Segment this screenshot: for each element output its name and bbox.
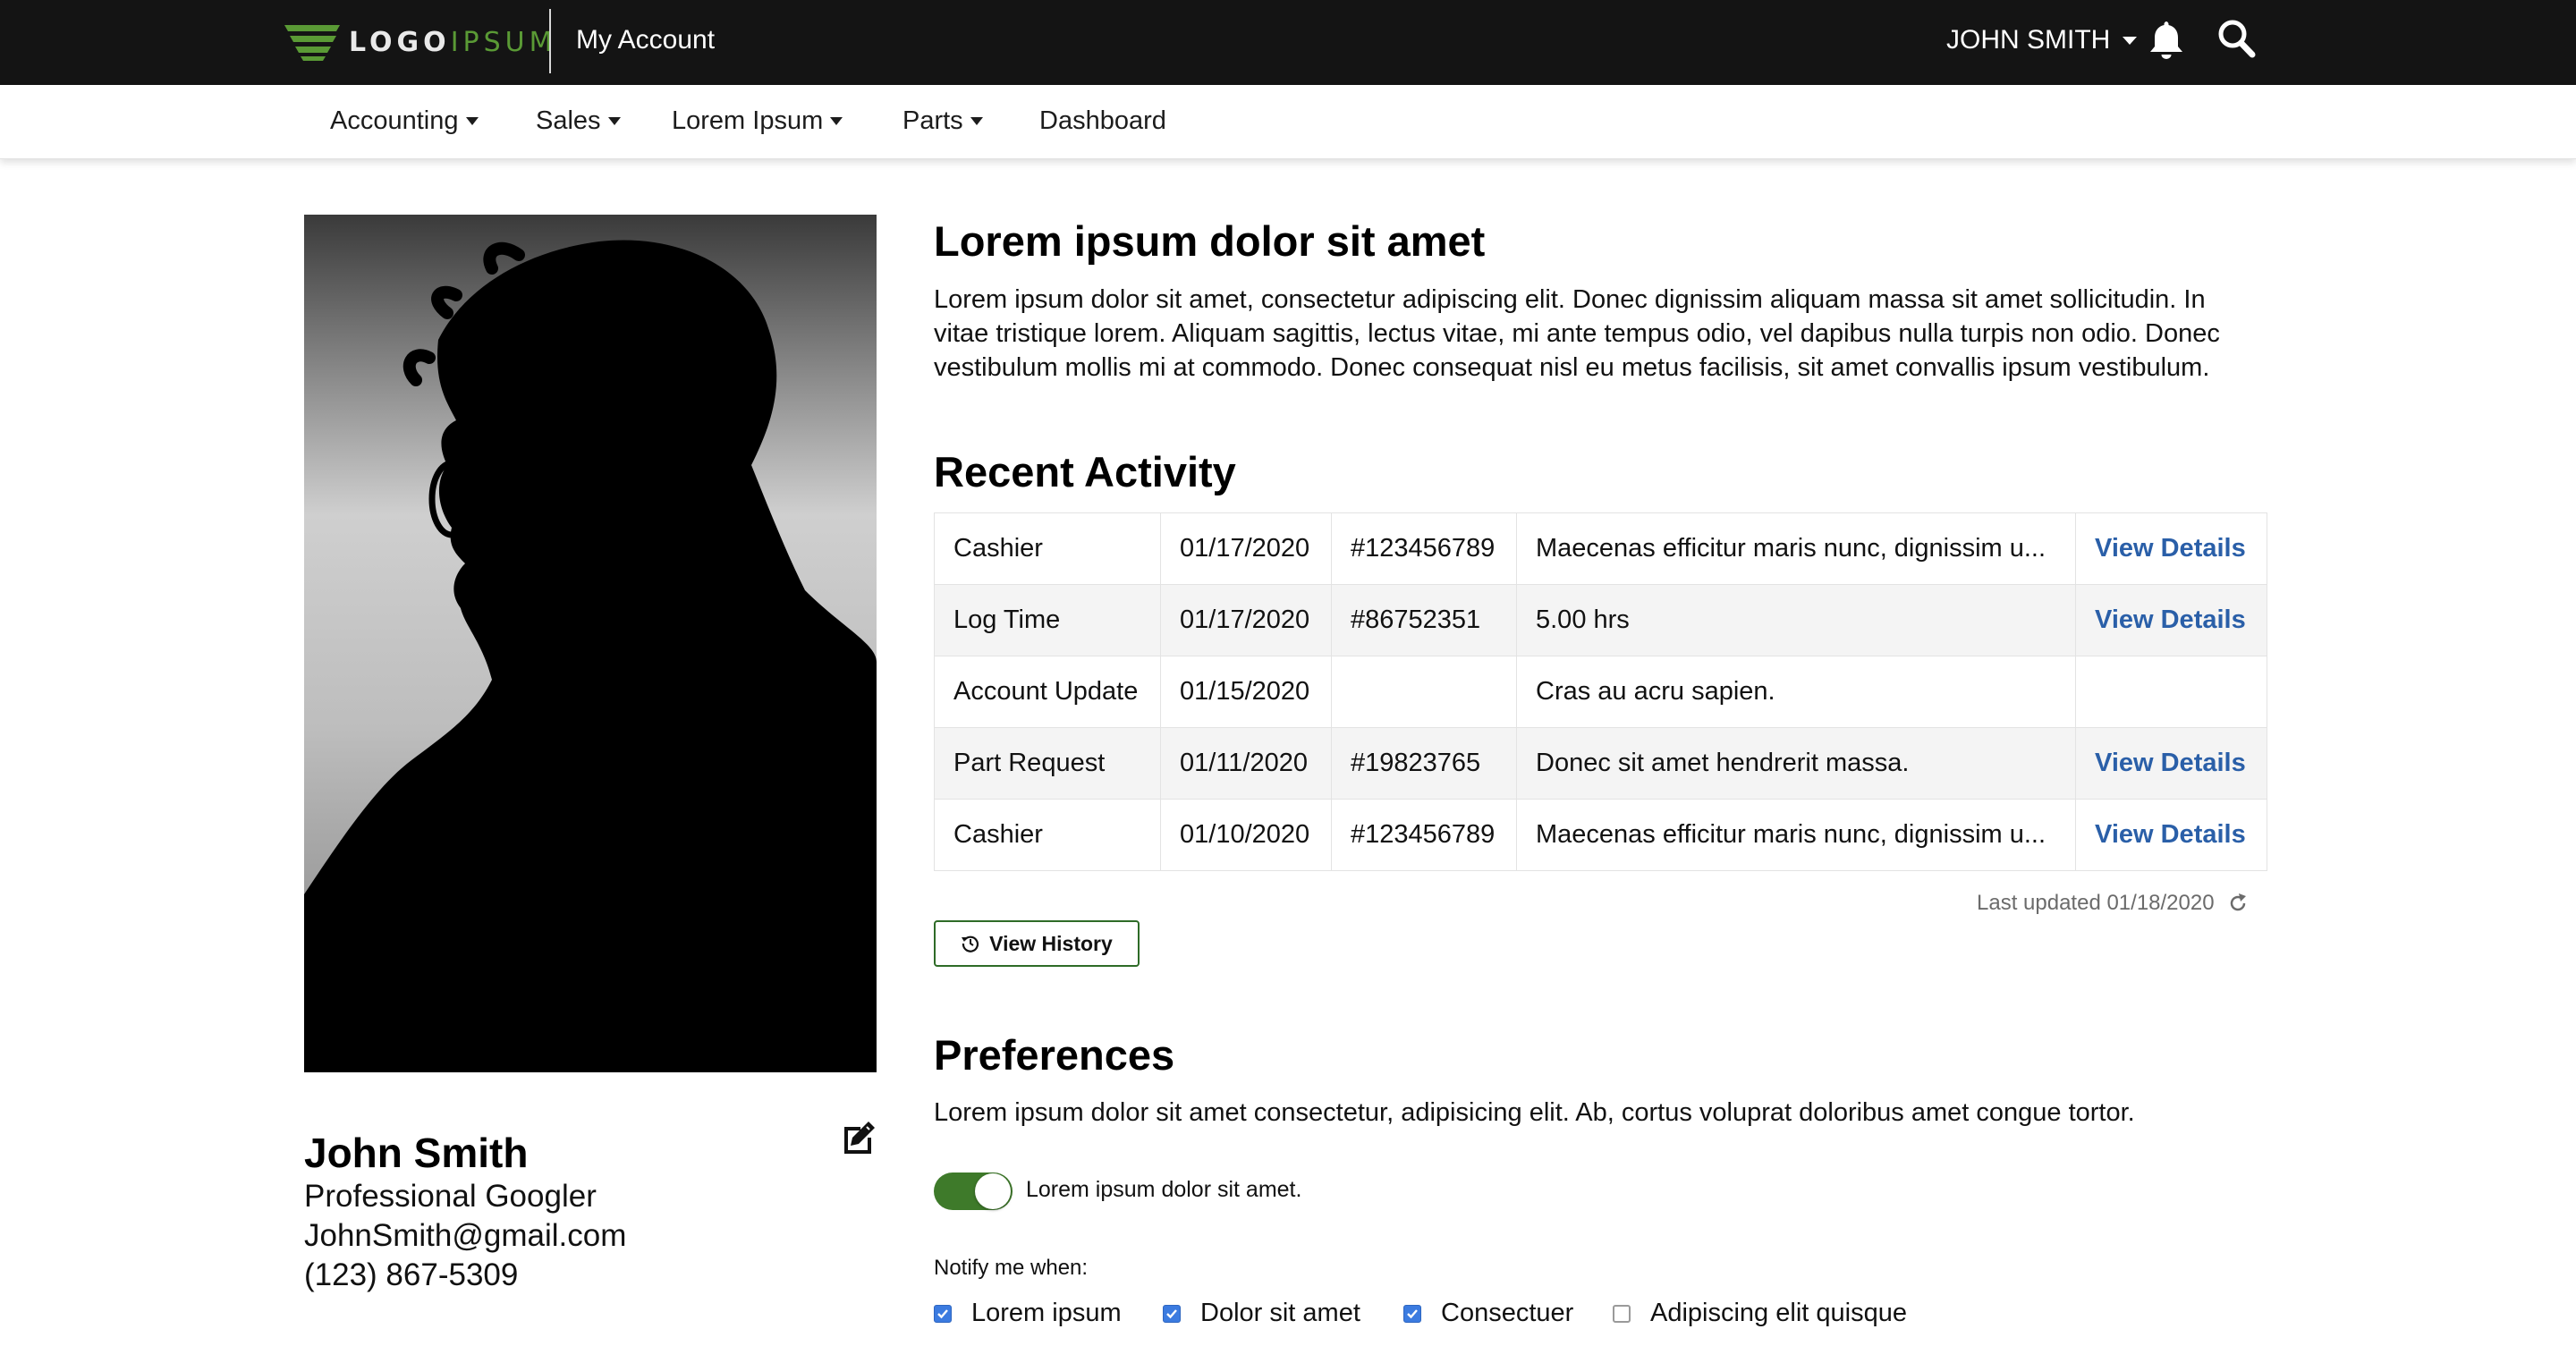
activity-desc: Cras au acru sapien. <box>1516 656 2076 728</box>
table-row: Cashier 01/10/2020 #123456789 Maecenas e… <box>934 799 2267 871</box>
activity-date: 01/15/2020 <box>1160 656 1332 728</box>
profile-photo <box>304 215 877 1072</box>
checkbox-label: Consectuer <box>1441 1299 1574 1327</box>
activity-ref: #123456789 <box>1331 512 1517 585</box>
view-details-link[interactable]: View Details <box>2075 799 2267 871</box>
activity-type: Cashier <box>934 799 1161 871</box>
table-row: Log Time 01/17/2020 #86752351 5.00 hrs V… <box>934 584 2267 656</box>
activity-desc: Maecenas efficitur maris nunc, dignissim… <box>1516 799 2076 871</box>
view-details-link[interactable]: View Details <box>2075 512 2267 585</box>
table-row: Part Request 01/11/2020 #19823765 Donec … <box>934 727 2267 800</box>
header-divider <box>549 9 551 73</box>
notify-option-adipiscing[interactable]: Adipiscing elit quisque <box>1613 1299 1907 1328</box>
main-nav: Accounting Sales Lorem Ipsum Parts Dashb… <box>0 85 2576 159</box>
activity-date: 01/11/2020 <box>1160 727 1332 800</box>
view-details-link[interactable]: View Details <box>2075 727 2267 800</box>
page-title: My Account <box>576 25 716 55</box>
checkbox-label: Dolor sit amet <box>1200 1299 1360 1327</box>
activity-ref <box>1331 656 1517 728</box>
bell-icon[interactable] <box>2148 20 2184 59</box>
view-history-button[interactable]: View History <box>934 920 1140 967</box>
checkbox-checked[interactable] <box>1403 1304 1421 1323</box>
user-name: JOHN SMITH <box>1946 25 2111 55</box>
notify-option-lorem-ipsum[interactable]: Lorem ipsum <box>934 1299 1122 1328</box>
activity-date: 01/10/2020 <box>1160 799 1332 871</box>
intro-text: Lorem ipsum dolor sit amet, consectetur … <box>934 285 2220 382</box>
checkbox-unchecked[interactable] <box>1613 1304 1631 1323</box>
activity-desc: Donec sit amet hendrerit massa. <box>1516 727 2076 800</box>
profile-email: JohnSmith@gmail.com <box>304 1218 627 1253</box>
history-icon <box>962 935 979 952</box>
profile-phone: (123) 867-5309 <box>304 1257 519 1292</box>
last-updated-text: Last updated 01/18/2020 <box>1977 891 2215 915</box>
preferences-description: Lorem ipsum dolor sit amet consectetur, … <box>934 1098 2135 1127</box>
caret-down-icon <box>970 117 983 125</box>
caret-down-icon <box>2123 36 2138 45</box>
notify-option-consectuer[interactable]: Consectuer <box>1403 1299 1573 1328</box>
check-icon <box>1407 1308 1418 1318</box>
activity-type: Log Time <box>934 584 1161 656</box>
check-icon <box>937 1308 948 1318</box>
nav-label: Parts <box>902 106 963 135</box>
nav-label: Sales <box>536 106 601 135</box>
edit-icon[interactable] <box>841 1120 877 1156</box>
checkbox-checked[interactable] <box>934 1304 952 1323</box>
recent-activity-heading: Recent Activity <box>934 448 1236 495</box>
refresh-icon[interactable] <box>2227 893 2249 914</box>
table-row: Cashier 01/17/2020 #123456789 Maecenas e… <box>934 512 2267 585</box>
nav-item-parts[interactable]: Parts <box>902 106 983 136</box>
activity-desc: Maecenas efficitur maris nunc, dignissim… <box>1516 512 2076 585</box>
activity-ref: #123456789 <box>1331 799 1517 871</box>
activity-date: 01/17/2020 <box>1160 584 1332 656</box>
user-menu[interactable]: JOHN SMITH <box>1946 25 2138 55</box>
activity-ref: #19823765 <box>1331 727 1517 800</box>
nav-label: Accounting <box>330 106 459 135</box>
checkbox-label: Lorem ipsum <box>971 1299 1122 1327</box>
activity-table: Cashier 01/17/2020 #123456789 Maecenas e… <box>934 512 2267 871</box>
caret-down-icon <box>830 117 843 125</box>
profile-name: John Smith <box>304 1130 529 1176</box>
last-updated: Last updated 01/18/2020 <box>1977 891 2249 916</box>
nav-label: Dashboard <box>1039 106 1166 135</box>
intro-heading: Lorem ipsum dolor sit amet <box>934 217 1486 265</box>
toggle-label: Lorem ipsum dolor sit amet. <box>1026 1177 1302 1202</box>
checkbox-checked[interactable] <box>1163 1304 1181 1323</box>
toggle-knob[interactable] <box>975 1173 1011 1209</box>
search-icon[interactable] <box>2216 18 2256 59</box>
view-details-empty <box>2075 656 2267 728</box>
nav-item-lorem-ipsum[interactable]: Lorem Ipsum <box>672 106 843 136</box>
check-icon <box>1166 1308 1177 1318</box>
logo[interactable]: LOGOIPSUM <box>284 21 557 63</box>
activity-ref: #86752351 <box>1331 584 1517 656</box>
logo-mark-icon <box>284 25 340 61</box>
nav-item-dashboard[interactable]: Dashboard <box>1039 106 1166 136</box>
logo-text: LOGOIPSUM <box>349 26 557 58</box>
top-bar: LOGOIPSUM My Account JOHN SMITH <box>0 0 2576 85</box>
nav-item-accounting[interactable]: Accounting <box>330 106 479 136</box>
profile-job-title: Professional Googler <box>304 1179 597 1214</box>
preferences-heading: Preferences <box>934 1031 1175 1079</box>
nav-label: Lorem Ipsum <box>672 106 824 135</box>
activity-type: Cashier <box>934 512 1161 585</box>
activity-date: 01/17/2020 <box>1160 512 1332 585</box>
activity-type: Account Update <box>934 656 1161 728</box>
table-row: Account Update 01/15/2020 Cras au acru s… <box>934 656 2267 728</box>
notify-label: Notify me when: <box>934 1256 1089 1280</box>
view-history-label: View History <box>989 931 1113 955</box>
checkbox-label: Adipiscing elit quisque <box>1650 1299 1907 1327</box>
nav-item-sales[interactable]: Sales <box>536 106 621 136</box>
activity-type: Part Request <box>934 727 1161 800</box>
notify-option-dolor-sit-amet[interactable]: Dolor sit amet <box>1163 1299 1360 1328</box>
caret-down-icon <box>465 117 479 125</box>
view-details-link[interactable]: View Details <box>2075 584 2267 656</box>
activity-desc: 5.00 hrs <box>1516 584 2076 656</box>
caret-down-icon <box>607 117 621 125</box>
